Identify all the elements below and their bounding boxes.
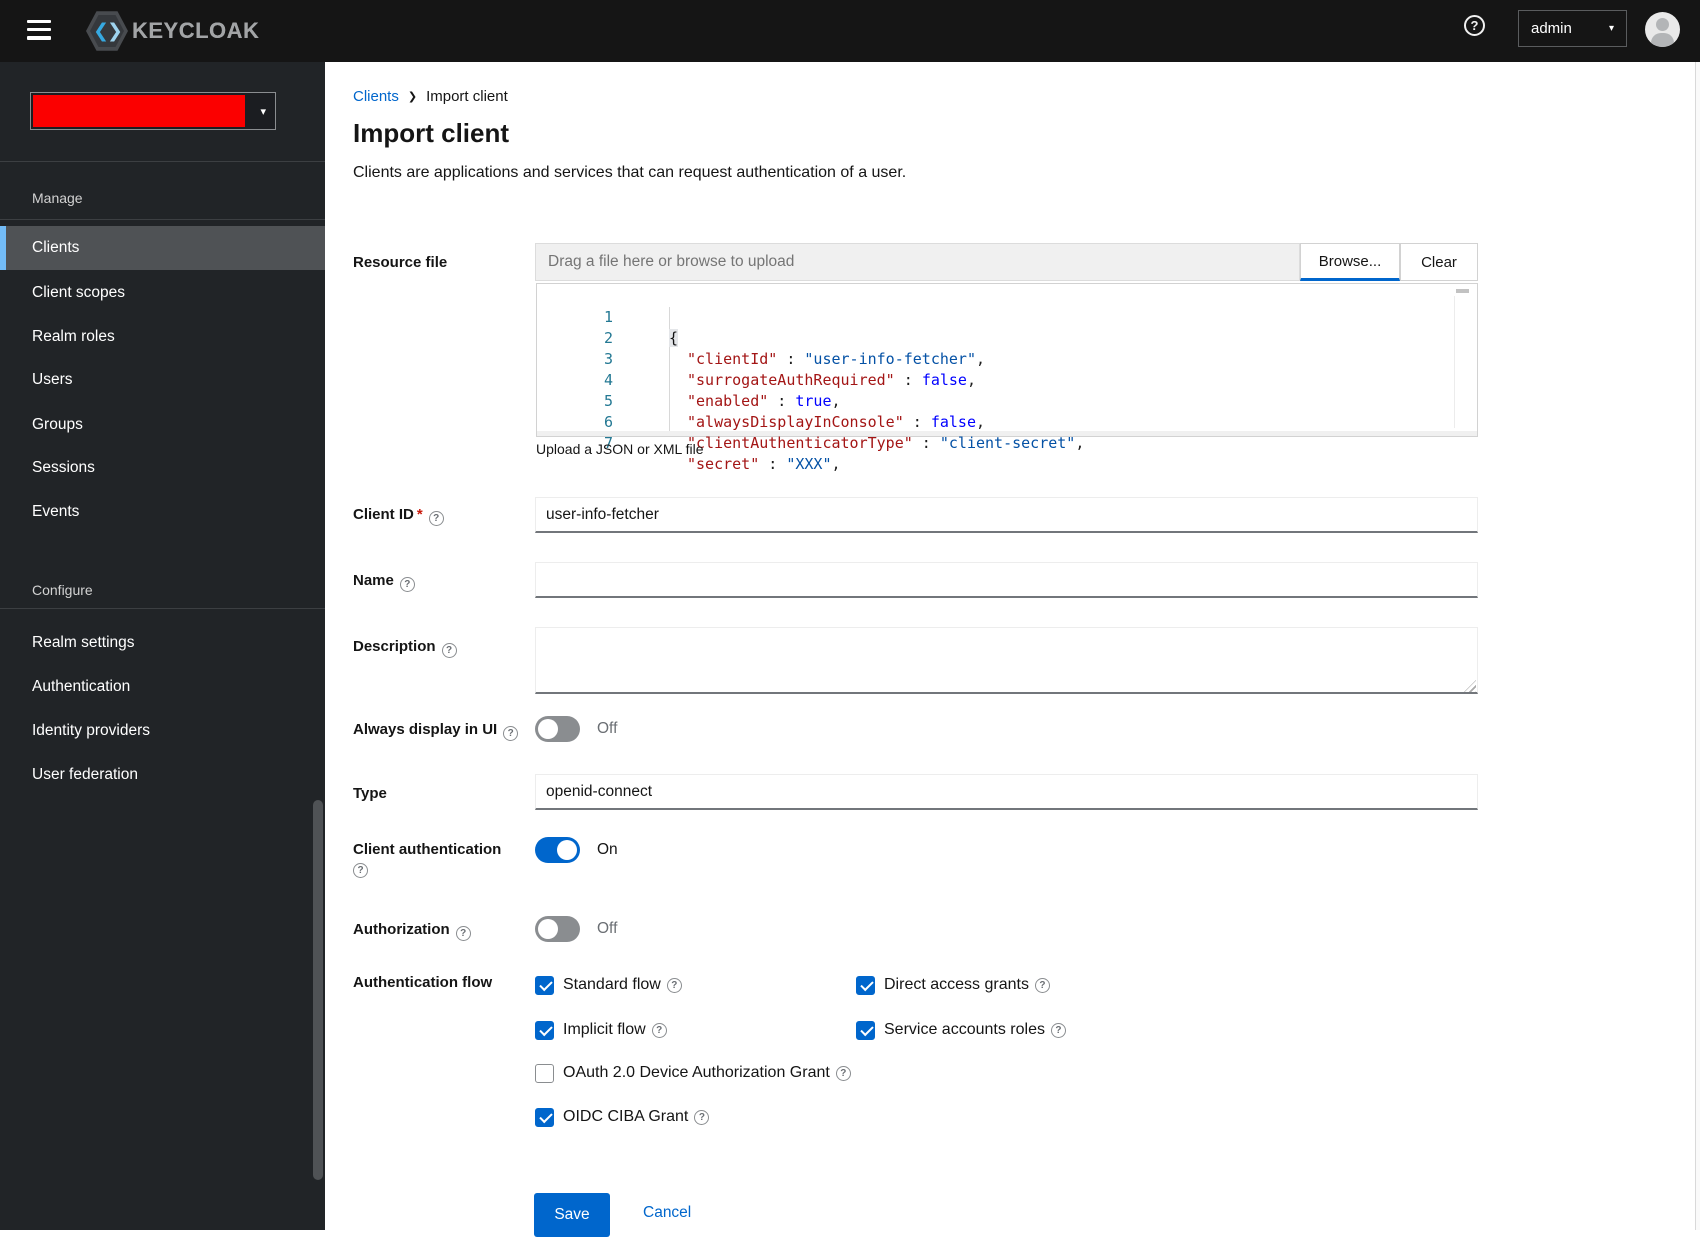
help-icon[interactable]: ? bbox=[455, 926, 471, 941]
brand-wordmark: KEYCLOAK bbox=[132, 18, 260, 43]
oauth-device-grant-checkbox[interactable] bbox=[535, 1063, 554, 1083]
required-asterisk: * bbox=[416, 506, 423, 523]
authorization-label: Authorization? bbox=[353, 921, 523, 941]
type-label: Type bbox=[353, 785, 387, 802]
client-authentication-toggle[interactable] bbox=[535, 837, 580, 863]
help-icon[interactable]: ? bbox=[428, 511, 444, 526]
help-icon[interactable]: ? bbox=[441, 643, 457, 658]
divider bbox=[0, 219, 325, 220]
description-label: Description? bbox=[353, 638, 523, 658]
help-icon[interactable]: ? bbox=[1050, 1022, 1066, 1038]
cancel-link[interactable]: Cancel bbox=[643, 1204, 691, 1222]
sidebar-scrollbar[interactable] bbox=[313, 800, 323, 1180]
section-title-manage: Manage bbox=[32, 190, 83, 206]
editor-horizontal-scrollbar[interactable] bbox=[537, 431, 1477, 436]
clear-button[interactable]: Clear bbox=[1400, 243, 1478, 281]
help-icon[interactable]: ? bbox=[835, 1065, 851, 1081]
authentication-flow-label: Authentication flow bbox=[353, 974, 493, 991]
sidebar: ▾ Manage Clients Client scopes Realm rol… bbox=[0, 62, 325, 1230]
client-id-label: Client ID *? bbox=[353, 506, 523, 526]
help-icon[interactable]: ? bbox=[353, 863, 368, 878]
help-icon[interactable]: ? bbox=[651, 1022, 667, 1038]
resource-file-label: Resource file bbox=[353, 254, 448, 271]
always-display-toggle[interactable] bbox=[535, 716, 580, 742]
realm-selector[interactable]: ▾ bbox=[30, 92, 276, 130]
sidebar-item-authentication[interactable]: Authentication bbox=[0, 665, 325, 709]
divider bbox=[0, 608, 325, 609]
menu-icon[interactable] bbox=[27, 20, 51, 40]
description-textarea[interactable] bbox=[535, 627, 1478, 694]
client-authentication-state: On bbox=[597, 841, 618, 858]
client-id-input[interactable] bbox=[535, 497, 1478, 533]
service-accounts-roles-checkbox[interactable] bbox=[856, 1020, 875, 1040]
sidebar-item-client-scopes[interactable]: Client scopes bbox=[0, 271, 325, 315]
name-input[interactable] bbox=[535, 562, 1478, 598]
sidebar-item-clients[interactable]: Clients bbox=[0, 226, 325, 270]
browse-button[interactable]: Browse... bbox=[1300, 243, 1400, 281]
breadcrumb: Clients ❯ Import client bbox=[353, 88, 508, 105]
help-icon[interactable]: ? bbox=[666, 977, 682, 993]
breadcrumb-clients-link[interactable]: Clients bbox=[353, 88, 399, 105]
divider bbox=[0, 161, 325, 162]
editor-vertical-scrollbar[interactable] bbox=[1456, 289, 1469, 293]
help-icon[interactable]: ? bbox=[503, 726, 519, 741]
page-title: Import client bbox=[353, 118, 510, 148]
sidebar-item-identity-providers[interactable]: Identity providers bbox=[0, 709, 325, 753]
avatar[interactable] bbox=[1645, 12, 1680, 47]
checkbox-oauth-device-grant: OAuth 2.0 Device Authorization Grant ? bbox=[535, 1063, 851, 1083]
chevron-right-icon: ❯ bbox=[407, 91, 418, 103]
sidebar-item-sessions[interactable]: Sessions bbox=[0, 446, 325, 490]
help-icon[interactable]: ? bbox=[694, 1109, 710, 1125]
name-label: Name? bbox=[353, 572, 523, 592]
main-content: Clients ❯ Import client Import client Cl… bbox=[325, 62, 1700, 1237]
chevron-down-icon: ▾ bbox=[1608, 23, 1614, 34]
checkbox-oidc-ciba-grant: OIDC CIBA Grant ? bbox=[535, 1107, 710, 1127]
user-name: admin bbox=[1531, 20, 1572, 37]
authorization-state: Off bbox=[597, 920, 618, 937]
user-dropdown[interactable]: admin ▾ bbox=[1518, 10, 1627, 47]
client-authentication-label: Client authentication bbox=[353, 841, 502, 858]
sidebar-item-realm-settings[interactable]: Realm settings bbox=[0, 621, 325, 665]
top-bar: ❮ ❯ KEYCLOAK ? admin ▾ bbox=[0, 0, 1700, 62]
file-upload-input[interactable] bbox=[535, 243, 1300, 281]
type-input[interactable] bbox=[535, 774, 1478, 810]
realm-name-redacted bbox=[33, 95, 245, 127]
chevron-down-icon: ▾ bbox=[260, 106, 266, 118]
checkbox-service-accounts-roles: Service accounts roles ? bbox=[856, 1020, 1066, 1040]
checkbox-standard-flow: Standard flow ? bbox=[535, 975, 682, 995]
breadcrumb-current: Import client bbox=[426, 88, 508, 105]
sidebar-item-events[interactable]: Events bbox=[0, 490, 325, 534]
checkbox-direct-access-grants: Direct access grants ? bbox=[856, 975, 1050, 995]
checkbox-implicit-flow: Implicit flow ? bbox=[535, 1020, 667, 1040]
help-icon[interactable]: ? bbox=[1464, 15, 1485, 36]
oidc-ciba-grant-checkbox[interactable] bbox=[535, 1107, 554, 1127]
always-display-state: Off bbox=[597, 720, 618, 737]
section-title-configure: Configure bbox=[32, 582, 93, 598]
standard-flow-checkbox[interactable] bbox=[535, 975, 554, 995]
authorization-toggle[interactable] bbox=[535, 916, 580, 942]
sidebar-item-groups[interactable]: Groups bbox=[0, 403, 325, 447]
direct-access-grants-checkbox[interactable] bbox=[856, 975, 875, 995]
upload-helper-text: Upload a JSON or XML file bbox=[536, 441, 704, 457]
editor-scroll-divider bbox=[1454, 296, 1455, 428]
page-scrollbar[interactable] bbox=[1695, 62, 1700, 1230]
always-display-label: Always display in UI? bbox=[353, 721, 523, 741]
help-icon[interactable]: ? bbox=[1034, 977, 1050, 993]
code-editor[interactable]: 1 { 2 "clientId" : "user-info-fetcher", … bbox=[536, 283, 1478, 473]
implicit-flow-checkbox[interactable] bbox=[535, 1020, 554, 1040]
keycloak-logo[interactable]: ❮ ❯ KEYCLOAK bbox=[86, 9, 259, 53]
keycloak-hexagon-icon: ❮ ❯ bbox=[86, 10, 128, 52]
sidebar-item-user-federation[interactable]: User federation bbox=[0, 753, 325, 797]
sidebar-item-realm-roles[interactable]: Realm roles bbox=[0, 315, 325, 359]
help-icon[interactable]: ? bbox=[399, 577, 415, 592]
save-button[interactable]: Save bbox=[534, 1193, 610, 1237]
sidebar-item-users[interactable]: Users bbox=[0, 358, 325, 402]
page-subtitle: Clients are applications and services th… bbox=[353, 164, 907, 181]
